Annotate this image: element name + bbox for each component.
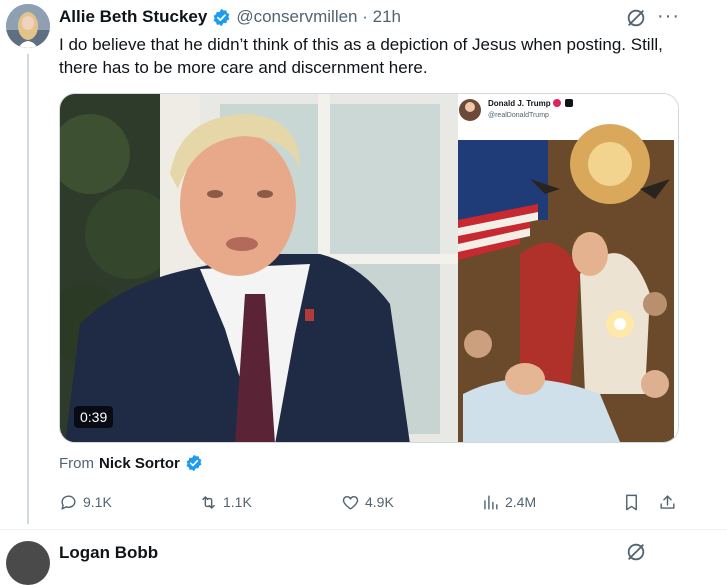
from-attribution: From Nick Sortor	[59, 454, 204, 473]
grok-icon[interactable]	[625, 541, 647, 563]
like-button[interactable]: 4.9K	[341, 488, 394, 516]
author-name[interactable]: Allie Beth Stuckey	[59, 7, 207, 27]
from-source-link[interactable]: Nick Sortor	[99, 455, 180, 472]
reply-count: 9.1K	[83, 494, 112, 510]
share-button[interactable]	[658, 488, 677, 516]
bookmark-button[interactable]	[622, 488, 641, 516]
author-handle-time[interactable]: @conservmillen · 21h	[236, 7, 401, 27]
views-button[interactable]: 2.4M	[481, 488, 536, 516]
thread-line	[27, 54, 29, 524]
tweet-header: Allie Beth Stuckey @conservmillen · 21h	[59, 5, 401, 29]
more-options-icon[interactable]: ···	[657, 5, 680, 28]
heart-icon	[342, 495, 359, 510]
views-chart-icon	[484, 494, 498, 510]
grok-icon[interactable]	[625, 7, 647, 29]
like-count: 4.9K	[365, 494, 394, 510]
from-label: From	[59, 455, 94, 472]
next-tweet[interactable]: Logan Bobb	[0, 530, 727, 585]
verified-badge-icon	[212, 8, 231, 27]
repost-count: 1.1K	[223, 494, 252, 510]
video-duration: 0:39	[74, 406, 114, 428]
next-author-name[interactable]: Logan Bobb	[59, 543, 158, 563]
views-count: 2.4M	[505, 494, 537, 510]
embedded-author-name: Donald J. Trump	[488, 99, 551, 108]
bookmark-icon	[626, 494, 637, 510]
tweet-text: I do believe that he didn’t think of thi…	[59, 35, 663, 77]
next-author-avatar[interactable]	[6, 541, 50, 585]
repost-icon	[202, 495, 215, 509]
tweet-media-video[interactable]: Donald J. Trump @realDonaldTrump	[59, 93, 679, 443]
reply-button[interactable]: 9.1K	[59, 488, 112, 516]
repost-button[interactable]: 1.1K	[199, 488, 252, 516]
tweet[interactable]: Allie Beth Stuckey @conservmillen · 21h …	[0, 0, 727, 530]
author-avatar[interactable]	[6, 4, 50, 48]
verified-badge-icon	[185, 454, 204, 473]
reply-icon	[61, 494, 76, 510]
embedded-author-handle: @realDonaldTrump	[488, 112, 549, 119]
tweet-actions: 9.1K 1.1K 4.9K 2.4M	[59, 488, 689, 516]
share-icon	[660, 494, 675, 509]
